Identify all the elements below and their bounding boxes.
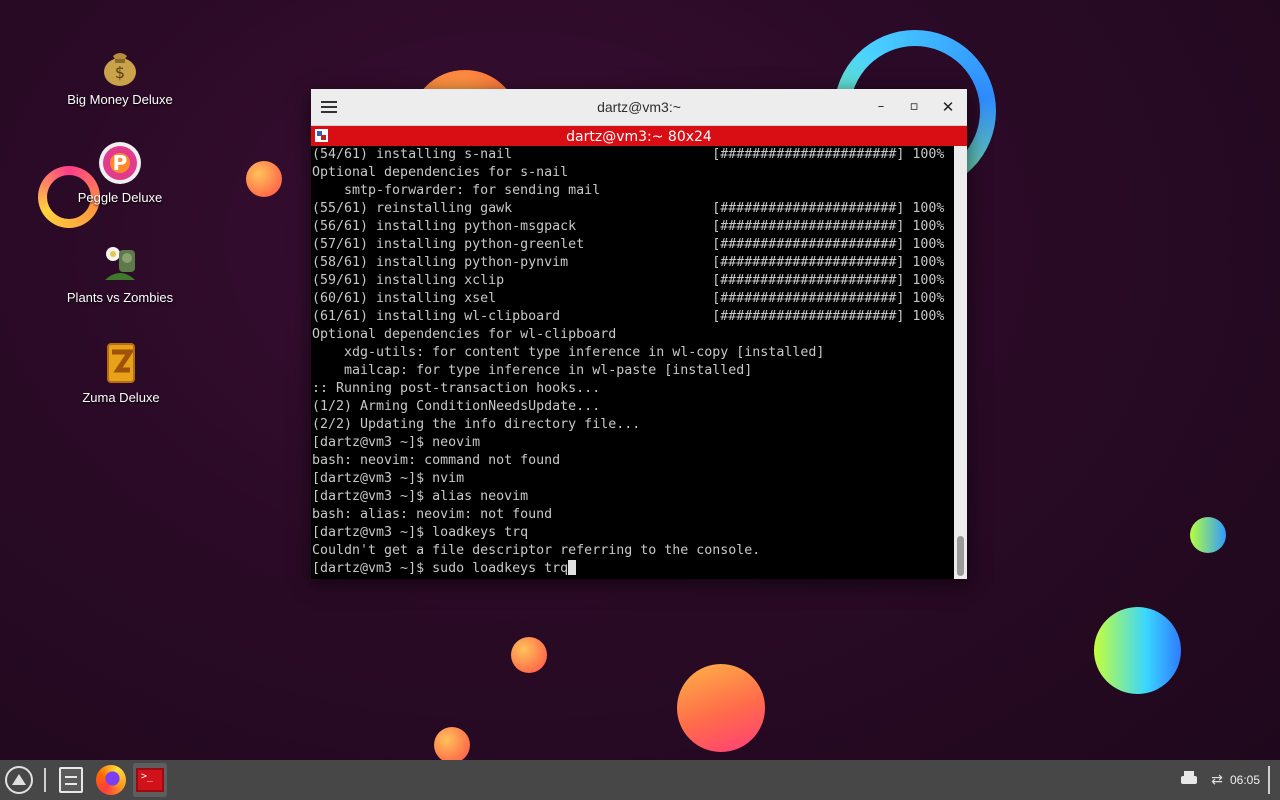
terminal-scrollbar[interactable] bbox=[954, 146, 967, 579]
network-icon[interactable]: ⇄ bbox=[1207, 771, 1227, 789]
terminal-output[interactable]: (54/61) installing s-nail [#############… bbox=[311, 146, 954, 579]
terminal-line: (1/2) Arming ConditionNeedsUpdate... bbox=[312, 399, 601, 414]
wallpaper-circle bbox=[1190, 517, 1226, 553]
wallpaper-circle bbox=[246, 161, 282, 197]
printer-icon[interactable] bbox=[1180, 771, 1198, 787]
terminal-line: [dartz@vm3 ~]$ loadkeys trq bbox=[312, 525, 529, 540]
terminal-line: (60/61) installing xsel [###############… bbox=[312, 291, 945, 306]
firefox-button[interactable] bbox=[94, 763, 128, 797]
maximize-button[interactable]: ▫ bbox=[904, 97, 924, 117]
terminal-line: xdg-utils: for content type inference in… bbox=[312, 345, 825, 360]
terminal-line: [dartz@vm3 ~]$ neovim bbox=[312, 435, 481, 450]
window-title: dartz@vm3:~ bbox=[597, 99, 681, 115]
close-button[interactable]: ✕ bbox=[938, 97, 958, 117]
terminal-line: (59/61) installing xclip [##############… bbox=[312, 273, 945, 288]
terminal-line: Optional dependencies for s-nail bbox=[312, 165, 569, 180]
terminal-line: (56/61) installing python-msgpack [#####… bbox=[312, 219, 945, 234]
plants-vs-zombies-icon bbox=[105, 247, 135, 280]
launcher-icon bbox=[5, 766, 33, 794]
file-manager-icon bbox=[59, 767, 83, 793]
scrollbar-thumb[interactable] bbox=[957, 536, 964, 576]
text-cursor bbox=[568, 560, 577, 575]
terminal-line: bash: alias: neovim: not found bbox=[312, 507, 553, 522]
desktop-icon-label: Plants vs Zombies bbox=[66, 290, 174, 305]
desktop-icon-big-money[interactable]: $ Big Money Deluxe bbox=[55, 42, 185, 107]
terminal-line: smtp-forwarder: for sending mail bbox=[312, 183, 601, 198]
terminal-line: bash: neovim: command not found bbox=[312, 453, 561, 468]
terminal-taskbar-button[interactable] bbox=[133, 763, 167, 797]
terminal-line: (58/61) installing python-pynvim [######… bbox=[312, 255, 945, 270]
taskbar-clock[interactable]: 06:05 bbox=[1230, 771, 1264, 789]
desktop-icon-peggle[interactable]: P Peggle Deluxe bbox=[55, 140, 185, 205]
terminal-line: (54/61) installing s-nail [#############… bbox=[312, 147, 945, 162]
taskbar bbox=[0, 760, 1280, 800]
wallpaper-circle bbox=[677, 664, 765, 752]
desktop-icon-plants-vs-zombies[interactable]: Plants vs Zombies bbox=[55, 240, 185, 305]
desktop-icon-label: Peggle Deluxe bbox=[77, 190, 163, 205]
terminal-line: [dartz@vm3 ~]$ nvim bbox=[312, 471, 465, 486]
desktop-icon-label: Zuma Deluxe bbox=[82, 390, 160, 405]
terminal-line: (2/2) Updating the info directory file..… bbox=[312, 417, 641, 432]
terminal-prompt-line[interactable]: [dartz@vm3 ~]$ sudo loadkeys trq bbox=[312, 560, 954, 578]
peggle-icon: P bbox=[99, 142, 141, 184]
terminal-line: [dartz@vm3 ~]$ alias neovim bbox=[312, 489, 529, 504]
svg-text:P: P bbox=[113, 151, 128, 175]
desktop-icon-label: Big Money Deluxe bbox=[67, 92, 173, 107]
terminal-line: (61/61) installing wl-clipboard [#######… bbox=[312, 309, 945, 324]
app-launcher-button[interactable] bbox=[2, 763, 36, 797]
terminal-line: Couldn't get a file descriptor referring… bbox=[312, 543, 761, 558]
file-manager-button[interactable] bbox=[54, 763, 88, 797]
zuma-icon bbox=[107, 343, 135, 383]
taskbar-separator bbox=[44, 768, 46, 792]
terminal-tab-bar[interactable]: dartz@vm3:~ 80x24 bbox=[311, 126, 967, 146]
show-desktop-button[interactable] bbox=[1268, 766, 1270, 794]
terminal-tab-title: dartz@vm3:~ 80x24 bbox=[566, 129, 712, 145]
terminal-tab-icon bbox=[315, 129, 328, 142]
window-titlebar[interactable]: dartz@vm3:~ – ▫ ✕ bbox=[311, 89, 967, 126]
wallpaper-circle bbox=[1094, 607, 1181, 694]
terminal-icon bbox=[136, 768, 164, 792]
svg-text:$: $ bbox=[115, 63, 125, 82]
desktop-icon-zuma[interactable]: Zuma Deluxe bbox=[56, 340, 186, 405]
terminal-line: Optional dependencies for wl-clipboard bbox=[312, 327, 617, 342]
firefox-icon bbox=[96, 765, 126, 795]
minimize-button[interactable]: – bbox=[871, 97, 891, 117]
terminal-line: (57/61) installing python-greenlet [####… bbox=[312, 237, 945, 252]
wallpaper-circle bbox=[434, 727, 470, 763]
money-bag-icon: $ bbox=[104, 53, 136, 86]
hamburger-menu-icon[interactable] bbox=[320, 99, 338, 115]
terminal-line: mailcap: for type inference in wl-paste … bbox=[312, 363, 753, 378]
terminal-line: (55/61) reinstalling gawk [#############… bbox=[312, 201, 945, 216]
terminal-line: :: Running post-transaction hooks... bbox=[312, 381, 601, 396]
terminal-current-input[interactable]: [dartz@vm3 ~]$ sudo loadkeys trq bbox=[312, 561, 568, 576]
wallpaper-circle bbox=[511, 637, 547, 673]
terminal-window: dartz@vm3:~ – ▫ ✕ dartz@vm3:~ 80x24 (54/… bbox=[311, 89, 967, 579]
